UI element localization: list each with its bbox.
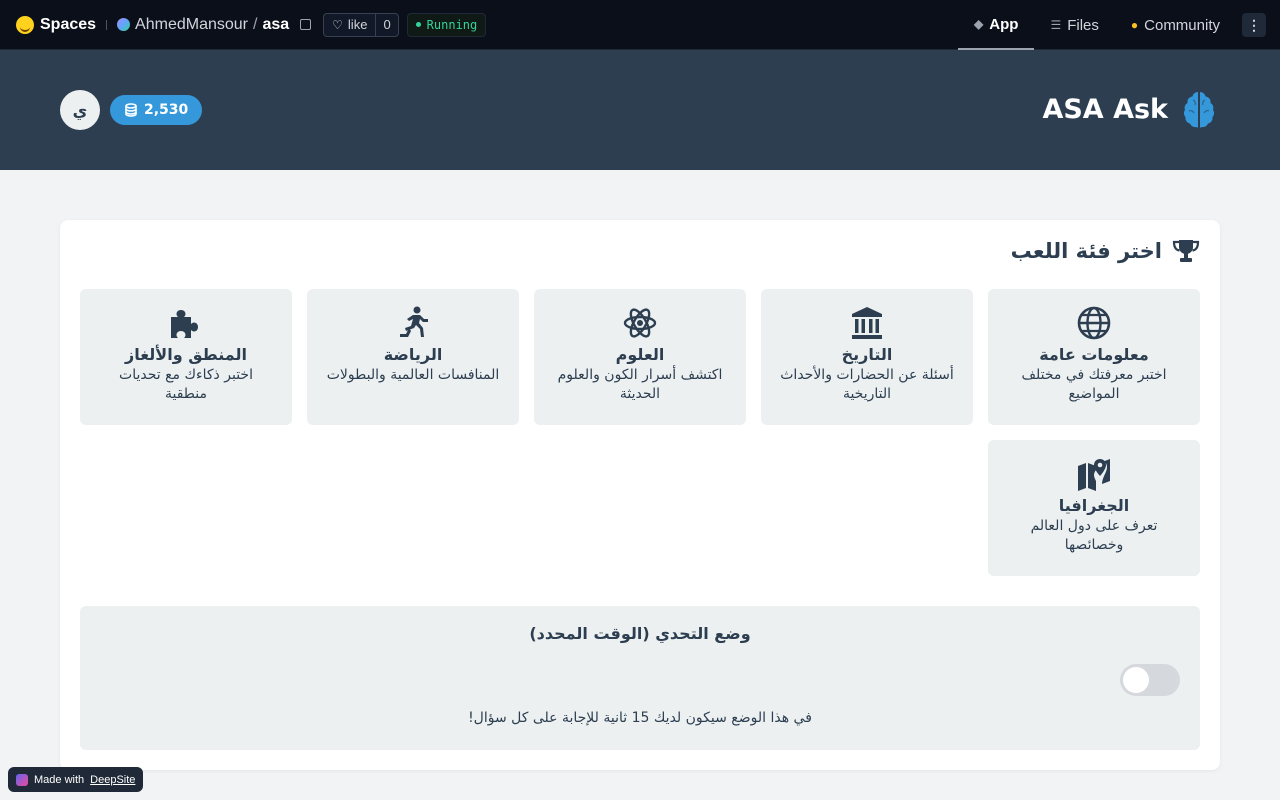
section-title: اختر فئة اللعب [1011,238,1200,264]
deepsite-badge[interactable]: Made with DeepSite [8,767,144,792]
more-menu-button[interactable]: ⋮ [1242,13,1266,37]
status-badge: Running [406,12,487,37]
category-desc: المنافسات العالمية والبطولات [326,367,500,383]
status-text: Running [426,17,478,32]
spaces-label: Spaces [40,15,97,33]
tab-community[interactable]: ● Community [1115,0,1236,50]
coins-badge: 2,530 [110,95,203,125]
like-button[interactable]: ♡ like 0 [323,12,399,37]
like-count: 0 [383,17,391,32]
files-icon: ☰ [1050,18,1062,32]
owner-avatar-icon [117,18,131,31]
landmark-icon [852,307,882,339]
avatar[interactable]: ي [60,90,100,130]
tab-files[interactable]: ☰ Files [1034,0,1114,50]
category-name: الجغرافيا [1058,496,1130,515]
challenge-title: وضع التحدي (الوقت المحدد) [529,624,751,643]
category-history[interactable]: التاريخ أسئلة عن الحضارات والأحداث التار… [761,289,973,425]
puzzle-icon [171,310,198,338]
repo-slash: / [253,15,258,33]
divider [106,19,108,30]
app-header: ي 2,530 ASA Ask [0,50,1280,170]
category-science[interactable]: العلوم اكتشف أسرار الكون والعلوم الحديثة [534,289,746,425]
globe-icon [1077,306,1111,340]
category-name: التاريخ [841,345,893,364]
tab-app-label: App [989,15,1019,33]
status-dot-icon [415,22,421,27]
deepsite-link[interactable]: DeepSite [90,774,135,786]
category-desc: تعرف على دول العالم وخصائصها [1030,518,1158,553]
section-title-text: اختر فئة اللعب [1010,239,1162,263]
hf-topbar: Spaces AhmedMansour / asa ♡ like 0 Runnin… [0,0,1280,50]
brand: ASA Ask [1042,88,1220,130]
coins-value: 2,530 [144,102,189,118]
like-label: like [347,17,368,32]
cube-icon: ◆ [974,17,984,31]
brain-icon [1183,92,1215,128]
category-name: الرياضة [383,345,443,364]
category-geography[interactable]: الجغرافيا تعرف على دول العالم وخصائصها [988,440,1200,576]
copy-icon[interactable] [300,19,312,30]
hugging-face-icon [16,15,34,34]
category-name: العلوم [615,345,665,364]
category-name: المنطق والألغاز [125,345,247,364]
page-title: ASA Ask [1042,93,1168,125]
repo-name-link[interactable]: asa [262,16,289,34]
atom-icon [623,308,657,338]
category-sports[interactable]: الرياضة المنافسات العالمية والبطولات [307,289,519,425]
category-card: اختر فئة اللعب معلومات عامة اختبر معرفتك… [60,220,1220,770]
category-desc: أسئلة عن الحضارات والأحداث التاريخية [780,367,954,402]
repo-owner-link[interactable]: AhmedMansour [135,16,248,34]
community-icon: ● [1130,18,1139,32]
category-logic[interactable]: المنطق والألغاز اختبر ذكاءك مع تحديات من… [80,289,292,425]
challenge-desc: في هذا الوضع سيكون لديك 15 ثانية للإجابة… [468,710,812,726]
space-nav: ◆ App ☰ Files ● Community ⋮ [958,0,1266,50]
heart-icon: ♡ [332,17,343,32]
category-desc: اكتشف أسرار الكون والعلوم الحديثة [557,367,723,402]
category-desc: اختبر ذكاءك مع تحديات منطقية [119,367,253,402]
category-name: معلومات عامة [1039,345,1149,364]
trophy-icon [1172,240,1200,262]
map-pin-icon [1078,459,1110,491]
tab-community-label: Community [1144,16,1220,34]
tab-app[interactable]: ◆ App [958,0,1035,50]
toggle-knob [1123,667,1149,693]
running-icon [400,306,428,337]
category-general[interactable]: معلومات عامة اختبر معرفتك في مختلف الموا… [988,289,1200,425]
deepsite-icon [16,773,28,786]
deepsite-prefix: Made with [34,773,85,786]
challenge-mode-panel: وضع التحدي (الوقت المحدد) في هذا الوضع س… [80,606,1200,750]
coins-icon [125,103,137,117]
category-desc: اختبر معرفتك في مختلف المواضيع [1021,367,1167,402]
repo-path: AhmedMansour / asa [117,15,312,34]
challenge-mode-toggle[interactable] [1120,664,1180,696]
spaces-logo[interactable]: Spaces [16,15,97,34]
tab-files-label: Files [1067,16,1099,34]
